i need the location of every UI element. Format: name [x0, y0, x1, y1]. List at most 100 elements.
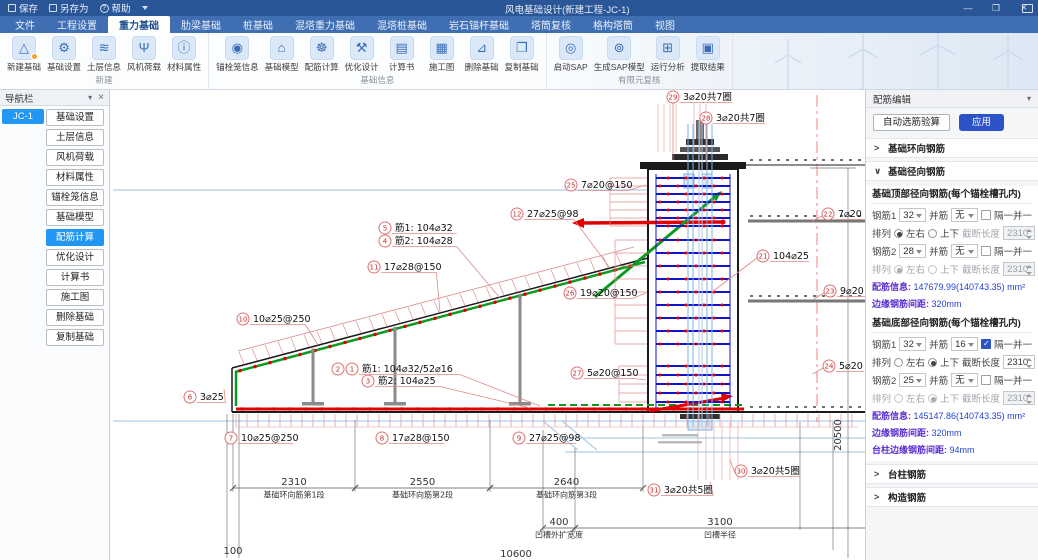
rebar-size-select[interactable]: 25 — [899, 373, 926, 387]
cut-length-input[interactable]: 2310 — [1003, 355, 1035, 369]
construction-drawing-button[interactable]: ▦施工图 — [423, 36, 461, 73]
arrange-lr-radio[interactable] — [894, 265, 903, 274]
drawing-shape — [288, 407, 291, 410]
pair-size-select[interactable]: 无 — [951, 208, 978, 222]
delete-foundation-button[interactable]: ⊿删除基础 — [463, 36, 501, 73]
nav-item-2[interactable]: 土层信息 — [46, 129, 104, 146]
copy-foundation-button[interactable]: ❐复制基础 — [503, 36, 541, 73]
menu-tab-1[interactable]: 文件 — [4, 16, 46, 33]
apply-button[interactable]: 应用 — [959, 114, 1004, 131]
drawing-shape — [659, 291, 662, 294]
arrange-ud-radio[interactable] — [928, 394, 937, 403]
pair-size-select[interactable]: 无 — [951, 244, 978, 258]
dimension-value: 2550 — [410, 477, 435, 488]
menu-tab-4[interactable]: 肋梁基础 — [170, 16, 232, 33]
ribbon-style-icon[interactable] — [1022, 4, 1033, 13]
spinner-icon[interactable] — [1026, 228, 1033, 240]
alternate-pair-checkbox[interactable] — [981, 339, 991, 349]
menu-tab-7[interactable]: 混塔桩基础 — [366, 16, 438, 33]
wind-turbine-button[interactable]: Ψ风机荷载 — [125, 36, 163, 73]
optimize-button[interactable]: ⚒优化设计 — [343, 36, 381, 73]
cut-length-input[interactable]: 2310 — [1003, 391, 1035, 405]
foundation-model-button[interactable]: ⌂基础模型 — [263, 36, 301, 73]
arrange-ud-radio[interactable] — [928, 229, 937, 238]
nav-item-1[interactable]: 基础设置 — [46, 109, 104, 126]
dimension-value: 2310 — [281, 477, 306, 488]
drawing-shape — [523, 292, 526, 295]
arrange-lr-radio[interactable] — [894, 358, 903, 367]
alternate-pair-checkbox[interactable] — [981, 210, 991, 220]
arrange-row: 排列左右上下截断长度2310 — [872, 355, 1032, 369]
gear-button[interactable]: ⚙基础设置 — [45, 36, 83, 73]
maximize-button[interactable] — [990, 3, 1002, 14]
nav-item-8[interactable]: 优化设计 — [46, 249, 104, 266]
section-header-3[interactable]: >台柱钢筋 — [866, 464, 1038, 484]
launch-sap-button[interactable]: ◎启动SAP — [552, 36, 590, 73]
pair-label: 并筋 — [929, 337, 948, 351]
nav-item-7[interactable]: 配筋计算 — [46, 229, 104, 246]
pair-size-select[interactable]: 16 — [951, 337, 978, 351]
nav-item-12[interactable]: 复制基础 — [46, 329, 104, 346]
menu-tab-5[interactable]: 桩基础 — [232, 16, 284, 33]
arrange-ud-radio[interactable] — [928, 265, 937, 274]
arrange-lr-radio[interactable] — [894, 229, 903, 238]
app-window: 保存 另存为 帮助 风电基础设计(新建工程-JC-1) 文件工程设置重力基础肋梁… — [0, 0, 1038, 560]
rebar-size-select[interactable]: 32 — [899, 337, 926, 351]
ribbon-item-label: 新建基础 — [7, 61, 41, 73]
nav-close-icon[interactable] — [98, 92, 104, 103]
nav-item-5[interactable]: 锚栓笼信息 — [46, 189, 104, 206]
menu-tab-11[interactable]: 视图 — [644, 16, 686, 33]
arrange-ud-radio[interactable] — [928, 358, 937, 367]
extract-results-button[interactable]: ▣提取结果 — [689, 36, 727, 73]
rebar-size-select[interactable]: 32 — [899, 208, 926, 222]
auto-select-rebar-button[interactable]: 自动选筋验算 — [873, 114, 950, 131]
drawing-shape — [590, 260, 595, 271]
menu-tab-2[interactable]: 工程设置 — [46, 16, 108, 33]
dimension: 2640基础环向筋第3段 — [487, 477, 646, 500]
spinner-icon[interactable] — [1026, 357, 1033, 369]
help-button[interactable]: 帮助 — [100, 1, 131, 15]
rebar-size-select[interactable]: 28 — [899, 244, 926, 258]
soil-layers-button[interactable]: ≋土层信息 — [85, 36, 123, 73]
ribbon-groups: △新建基础⚙基础设置≋土层信息Ψ风机荷载ⓘ材料属性新建◉锚栓笼信息⌂基础模型☸配… — [0, 33, 733, 89]
alternate-pair-checkbox[interactable] — [981, 246, 991, 256]
menu-tab-8[interactable]: 岩石锚杆基础 — [438, 16, 520, 33]
run-analysis-button[interactable]: ⊞运行分析 — [649, 36, 687, 73]
alternate-pair-checkbox[interactable] — [981, 375, 991, 385]
nav-item-4[interactable]: 材料属性 — [46, 169, 104, 186]
toolbar-dropdown-caret-icon[interactable] — [142, 6, 148, 10]
nav-collapse-caret-icon[interactable] — [88, 92, 92, 103]
new-foundation-button[interactable]: △新建基础 — [5, 36, 43, 73]
cut-length-input[interactable]: 2310 — [1003, 226, 1035, 240]
menu-tab-3[interactable]: 重力基础 — [108, 16, 170, 33]
nav-item-10[interactable]: 施工图 — [46, 289, 104, 306]
drawing-shape — [608, 407, 611, 410]
pair-size-select[interactable]: 无 — [951, 373, 978, 387]
save-as-button[interactable]: 另存为 — [49, 1, 89, 15]
anchor-cage-button[interactable]: ◉锚栓笼信息 — [214, 36, 261, 73]
panel-collapse-caret-icon[interactable] — [1027, 93, 1031, 104]
nav-item-9[interactable]: 计算书 — [46, 269, 104, 286]
material-info-button[interactable]: ⓘ材料属性 — [165, 36, 203, 73]
arrange-lr-radio[interactable] — [894, 394, 903, 403]
nav-item-6[interactable]: 基础模型 — [46, 209, 104, 226]
project-tab[interactable]: JC-1 — [2, 109, 44, 124]
spinner-icon[interactable] — [1026, 393, 1033, 405]
cut-length-input[interactable]: 2310 — [1003, 262, 1035, 276]
menu-tab-10[interactable]: 格构塔筒 — [582, 16, 644, 33]
drawing-shape — [685, 401, 688, 404]
menu-tab-9[interactable]: 塔筒复核 — [520, 16, 582, 33]
spinner-icon[interactable] — [1026, 264, 1033, 276]
report-button[interactable]: ▤计算书 — [383, 36, 421, 73]
minimize-button[interactable] — [962, 3, 974, 13]
nav-item-3[interactable]: 风机荷载 — [46, 149, 104, 166]
rebar-calc-button[interactable]: ☸配筋计算 — [303, 36, 341, 73]
generate-sap-model-button[interactable]: ⊚生成SAP模型 — [592, 36, 647, 73]
section-header-1[interactable]: >基础环向钢筋 — [866, 138, 1038, 158]
menu-tab-6[interactable]: 混塔重力基础 — [284, 16, 366, 33]
section-header-4[interactable]: >构造钢筋 — [866, 487, 1038, 507]
save-button[interactable]: 保存 — [8, 1, 38, 15]
nav-item-11[interactable]: 删除基础 — [46, 309, 104, 326]
drawing-canvas[interactable]: 2310基础环向筋第1段2550基础环向筋第2段2640基础环向筋第3段400凹… — [110, 90, 865, 560]
section-header-2[interactable]: ∨基础径向钢筋 — [866, 161, 1038, 181]
